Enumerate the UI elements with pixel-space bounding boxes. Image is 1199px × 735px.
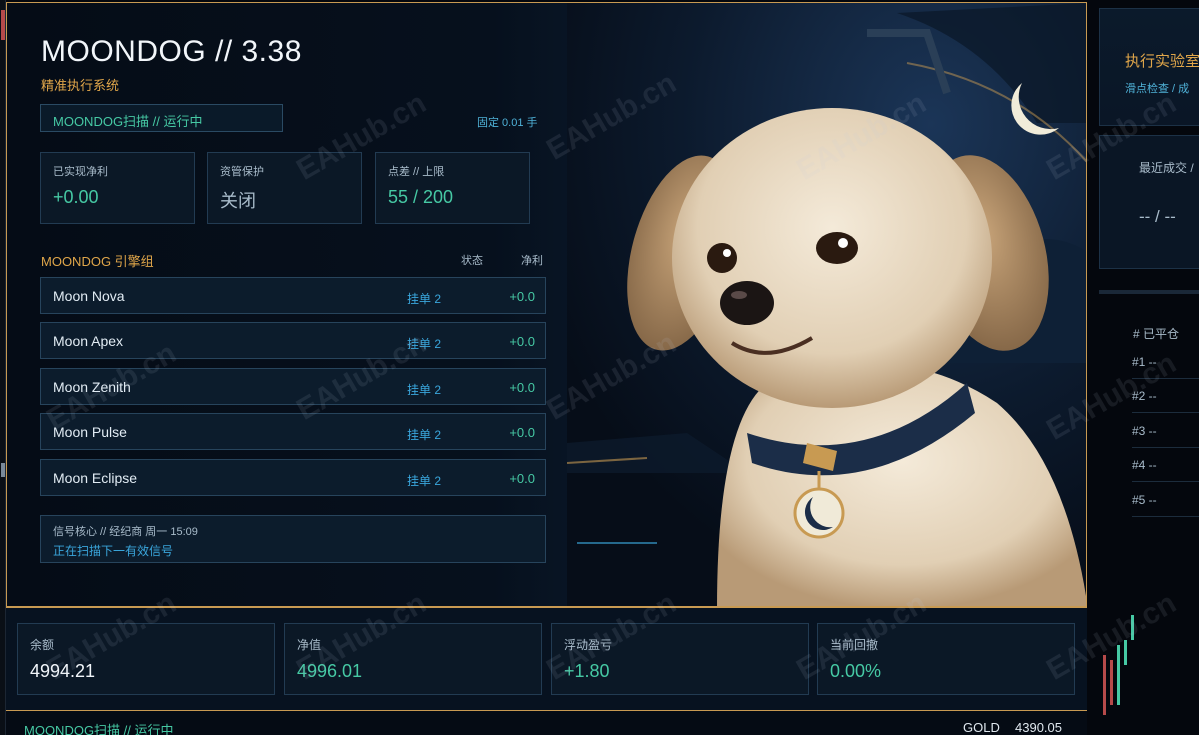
signal-scan-message: 正在扫描下一有效信号	[53, 544, 174, 558]
closed-trade-row: #4 --	[1132, 458, 1157, 472]
engine-row-zenith[interactable]: Moon Zenith 挂单 2 +0.0	[40, 368, 546, 405]
lot-size-text: 固定 0.01 手	[477, 117, 538, 129]
engine-group-title: MOONDOG 引擎组	[41, 254, 154, 269]
engine-pnl: +0.0	[509, 334, 535, 349]
stat-label: 已实现净利	[53, 166, 108, 178]
engine-state: 挂单 2	[407, 292, 442, 306]
divider	[1132, 447, 1199, 448]
main-panel: MOONDOG // 3.38 精准执行系统 MOONDOG扫描 // 运行中 …	[6, 2, 1087, 608]
recent-trade-value: -- / --	[1139, 207, 1176, 226]
engine-pnl: +0.0	[509, 471, 535, 486]
divider	[1099, 290, 1199, 294]
exec-lab-subtitle: 滑点检查 / 成	[1125, 83, 1190, 95]
engine-pnl: +0.0	[509, 289, 535, 304]
signal-broker-time: 信号核心 // 经纪商 周一 15:09	[53, 526, 198, 538]
app-subtitle: 精准执行系统	[41, 78, 120, 93]
engine-row-nova[interactable]: Moon Nova 挂单 2 +0.0	[40, 277, 546, 314]
closed-trades-header: # 已平仓	[1133, 327, 1180, 341]
footer-status: MOONDOG扫描 // 运行中	[24, 723, 174, 735]
stat-label: 点差 // 上限	[388, 166, 445, 178]
engine-row-pulse[interactable]: Moon Pulse 挂单 2 +0.0	[40, 413, 546, 450]
acct-equity: 净值 4996.01	[284, 623, 542, 695]
stat-value: 关闭	[220, 191, 256, 211]
engine-row-apex[interactable]: Moon Apex 挂单 2 +0.0	[40, 322, 546, 359]
engine-state: 挂单 2	[407, 337, 442, 351]
stat-value: 55 / 200	[388, 187, 454, 207]
stat-value: +0.00	[53, 187, 99, 207]
engine-pnl: +0.0	[509, 425, 535, 440]
engine-row-eclipse[interactable]: Moon Eclipse 挂单 2 +0.0	[40, 459, 546, 496]
acct-value: +1.80	[564, 661, 610, 681]
acct-label: 当前回撤	[830, 638, 879, 652]
engine-state: 挂单 2	[407, 428, 442, 442]
acct-balance: 余额 4994.21	[17, 623, 275, 695]
stat-realized-pnl: 已实现净利 +0.00	[40, 152, 195, 224]
closed-trade-row: #5 --	[1132, 493, 1157, 507]
acct-value: 4996.01	[297, 661, 363, 681]
account-summary-bar: 余额 4994.21 净值 4996.01 浮动盈亏 +1.80 当前回撤 0.…	[6, 606, 1087, 710]
acct-floating-pnl: 浮动盈亏 +1.80	[551, 623, 809, 695]
divider	[1132, 516, 1199, 517]
divider	[1132, 412, 1199, 413]
closed-trade-row: #1 --	[1132, 355, 1157, 369]
engine-name: Moon Apex	[53, 333, 124, 349]
closed-trade-row: #2 --	[1132, 389, 1157, 403]
moondog-illustration	[567, 3, 1086, 608]
divider	[1132, 378, 1199, 379]
app-title: MOONDOG // 3.38	[41, 35, 302, 68]
stat-spread-limit: 点差 // 上限 55 / 200	[375, 152, 530, 224]
divider	[1132, 481, 1199, 482]
acct-label: 净值	[297, 638, 322, 652]
app-root: MOONDOG // 3.38 精准执行系统 MOONDOG扫描 // 运行中 …	[0, 0, 1199, 735]
price-candles-chart	[1103, 615, 1134, 715]
engine-state: 挂单 2	[407, 474, 442, 488]
engine-name: Moon Nova	[53, 288, 125, 304]
acct-drawdown: 当前回撤 0.00%	[817, 623, 1075, 695]
recent-trade-label: 最近成交 /	[1139, 161, 1194, 175]
engine-state: 挂单 2	[407, 383, 442, 397]
footer-symbol: GOLD	[963, 720, 1000, 735]
acct-label: 余额	[30, 638, 55, 652]
status-footer: MOONDOG扫描 // 运行中 GOLD 4390.05	[6, 710, 1087, 735]
exec-lab-title: 执行实验室	[1125, 53, 1199, 70]
acct-label: 浮动盈亏	[564, 638, 613, 652]
signal-core-box: 信号核心 // 经纪商 周一 15:09 正在扫描下一有效信号	[40, 515, 546, 563]
engine-name: Moon Pulse	[53, 424, 127, 440]
stat-risk-protection: 资管保护 关闭	[207, 152, 362, 224]
engine-pnl: +0.0	[509, 380, 535, 395]
acct-value: 4994.21	[30, 661, 96, 681]
scan-status-pill: MOONDOG扫描 // 运行中	[40, 104, 283, 132]
engine-col-pnl: 净利	[521, 255, 543, 267]
recent-trade-box	[1099, 135, 1199, 269]
engine-name: Moon Eclipse	[53, 470, 138, 486]
footer-price: 4390.05	[1015, 720, 1062, 735]
execution-lab-panel: 执行实验室 滑点检查 / 成 最近成交 / -- / -- # 已平仓 #1 -…	[1097, 0, 1199, 735]
engine-name: Moon Zenith	[53, 379, 131, 395]
stat-label: 资管保护	[220, 166, 264, 178]
closed-trade-row: #3 --	[1132, 424, 1157, 438]
engine-col-state: 状态	[461, 255, 483, 267]
acct-value: 0.00%	[830, 661, 882, 681]
